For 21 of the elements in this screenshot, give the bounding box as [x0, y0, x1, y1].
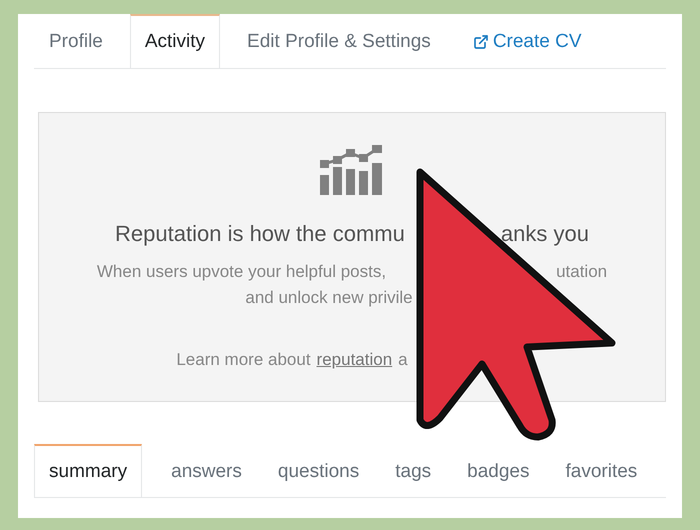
external-link-icon	[472, 34, 489, 50]
cursor-icon	[416, 168, 616, 440]
section-tab[interactable]: summary	[34, 444, 142, 497]
reputation-heading: Reputation is how the commu	[115, 221, 405, 247]
section-tab[interactable]: questions	[262, 444, 374, 497]
section-tab[interactable]: tags	[380, 444, 446, 497]
profile-tab[interactable]: Edit Profile & Settings	[232, 14, 446, 68]
section-tab[interactable]: favorites	[550, 444, 652, 497]
description-text: utation	[556, 261, 608, 283]
profile-tab[interactable]: Activity	[130, 14, 220, 68]
profile-tab[interactable]: Profile	[34, 14, 118, 68]
learn-more-text: a	[398, 349, 408, 371]
section-tab[interactable]: answers	[156, 444, 257, 497]
reputation-heading: anks you	[500, 221, 589, 247]
learn-more-text: Learn more about	[176, 349, 311, 371]
reputation-link[interactable]: reputation	[316, 349, 392, 371]
description-text: When users upvote your helpful posts,	[96, 261, 386, 283]
description-text: and unlock new privile	[245, 287, 413, 309]
section-tab[interactable]: badges	[452, 444, 544, 497]
chart-icon	[320, 145, 384, 195]
create-cv-link[interactable]: Create CV	[458, 14, 597, 68]
